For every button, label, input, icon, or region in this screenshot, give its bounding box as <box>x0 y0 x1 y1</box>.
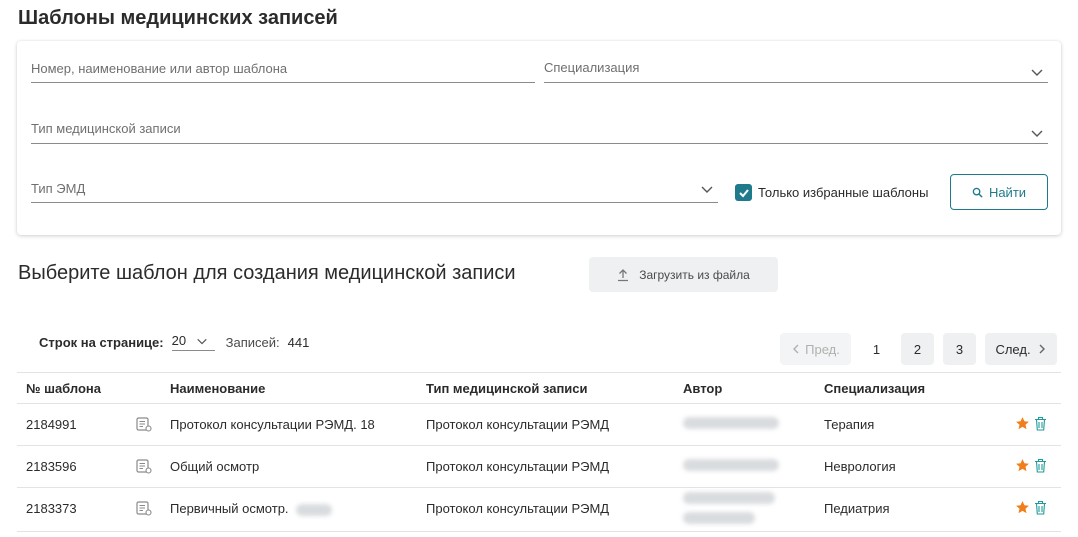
upload-icon <box>618 268 629 281</box>
next-page-button[interactable]: След. <box>985 333 1057 365</box>
template-type: Протокол консультации РЭМД <box>426 501 610 516</box>
rows-per-page-label: Строк на странице: <box>39 334 164 350</box>
row-actions <box>1015 416 1051 431</box>
prev-page-label: Пред. <box>805 341 840 357</box>
template-name-group: Первичный осмотр. <box>170 501 333 516</box>
records-label: Записей: <box>225 334 280 350</box>
star-icon[interactable] <box>1015 458 1030 473</box>
specialization-select[interactable]: Специализация <box>544 55 1048 83</box>
chevron-right-icon <box>1039 344 1045 354</box>
star-icon[interactable] <box>1015 416 1030 431</box>
check-icon <box>738 188 749 197</box>
column-header-author[interactable]: Автор <box>683 381 722 396</box>
template-author <box>683 459 779 474</box>
chevron-left-icon <box>793 344 799 354</box>
template-number: 2183373 <box>26 501 77 516</box>
column-header-specialization[interactable]: Специализация <box>824 381 925 396</box>
trash-icon[interactable] <box>1034 416 1047 431</box>
template-type: Протокол консультации РЭМД <box>426 417 610 432</box>
find-button[interactable]: Найти <box>950 174 1048 210</box>
next-page-label: След. <box>995 341 1031 357</box>
row-actions <box>1015 458 1051 473</box>
find-button-label: Найти <box>988 184 1027 200</box>
chevron-down-icon <box>1031 69 1043 76</box>
column-header-number[interactable]: № шаблона <box>26 381 101 396</box>
page-title: Шаблоны медицинских записей <box>18 7 338 29</box>
template-doc-icon <box>136 459 152 474</box>
favorites-only-label: Только избранные шаблоны <box>758 185 929 200</box>
column-header-name[interactable]: Наименование <box>170 381 265 396</box>
record-type-select[interactable]: Тип медицинской записи <box>31 115 1048 144</box>
page-1-button[interactable]: 1 <box>860 333 893 365</box>
table-row[interactable]: 2184991 Протокол консультации РЭМД. 18 П… <box>17 404 1061 446</box>
template-specialization: Терапия <box>824 417 875 432</box>
specialization-placeholder: Специализация <box>544 60 640 75</box>
page-3-button[interactable]: 3 <box>943 333 976 365</box>
section-title: Выберите шаблон для создания медицинской… <box>18 262 516 284</box>
rows-per-page-control: Строк на странице: 20 Записей: 441 <box>39 333 309 351</box>
record-type-placeholder: Тип медицинской записи <box>31 121 181 136</box>
chevron-down-icon <box>1031 130 1043 137</box>
search-input[interactable]: Номер, наименование или автор шаблона <box>31 55 535 83</box>
template-name: Первичный осмотр. <box>170 501 289 516</box>
prev-page-button[interactable]: Пред. <box>780 333 851 365</box>
page-2-button[interactable]: 2 <box>901 333 934 365</box>
template-doc-icon <box>136 417 152 432</box>
chevron-down-icon <box>701 186 713 193</box>
emd-type-placeholder: Тип ЭМД <box>31 181 86 196</box>
rows-per-page-select[interactable]: 20 <box>171 333 215 351</box>
row-actions <box>1015 500 1051 515</box>
template-specialization: Педиатрия <box>824 501 890 516</box>
template-name: Общий осмотр <box>170 459 260 474</box>
column-header-type[interactable]: Тип медицинской записи <box>426 381 588 396</box>
search-icon <box>972 187 983 198</box>
template-number: 2184991 <box>26 417 77 432</box>
table-row[interactable]: 2183373 Первичный осмотр. Протокол консу… <box>17 488 1061 532</box>
rows-per-page-value: 20 <box>171 333 187 348</box>
favorites-only-toggle[interactable]: Только избранные шаблоны <box>735 184 928 201</box>
star-icon[interactable] <box>1015 500 1030 515</box>
table-row[interactable]: 2183596 Общий осмотр Протокол консультац… <box>17 446 1061 488</box>
template-number: 2183596 <box>26 459 77 474</box>
template-type: Протокол консультации РЭМД <box>426 459 610 474</box>
filter-panel: Номер, наименование или автор шаблона Сп… <box>17 41 1061 235</box>
template-author <box>683 492 775 524</box>
favorites-only-checkbox[interactable] <box>735 184 752 201</box>
upload-label: Загрузить из файла <box>639 267 750 282</box>
template-author <box>683 417 779 432</box>
trash-icon[interactable] <box>1034 500 1047 515</box>
upload-from-file-button[interactable]: Загрузить из файла <box>589 257 778 292</box>
chevron-down-icon <box>197 338 207 344</box>
template-name: Протокол консультации РЭМД. 18 <box>170 417 375 432</box>
table-header: № шаблона Наименование Тип медицинской з… <box>17 372 1061 404</box>
records-count: 441 <box>287 334 310 350</box>
templates-table: № шаблона Наименование Тип медицинской з… <box>17 372 1061 532</box>
emd-type-select[interactable]: Тип ЭМД <box>31 175 718 203</box>
template-specialization: Неврология <box>824 459 896 474</box>
search-placeholder: Номер, наименование или автор шаблона <box>31 61 288 76</box>
template-doc-icon <box>136 501 152 516</box>
trash-icon[interactable] <box>1034 458 1047 473</box>
